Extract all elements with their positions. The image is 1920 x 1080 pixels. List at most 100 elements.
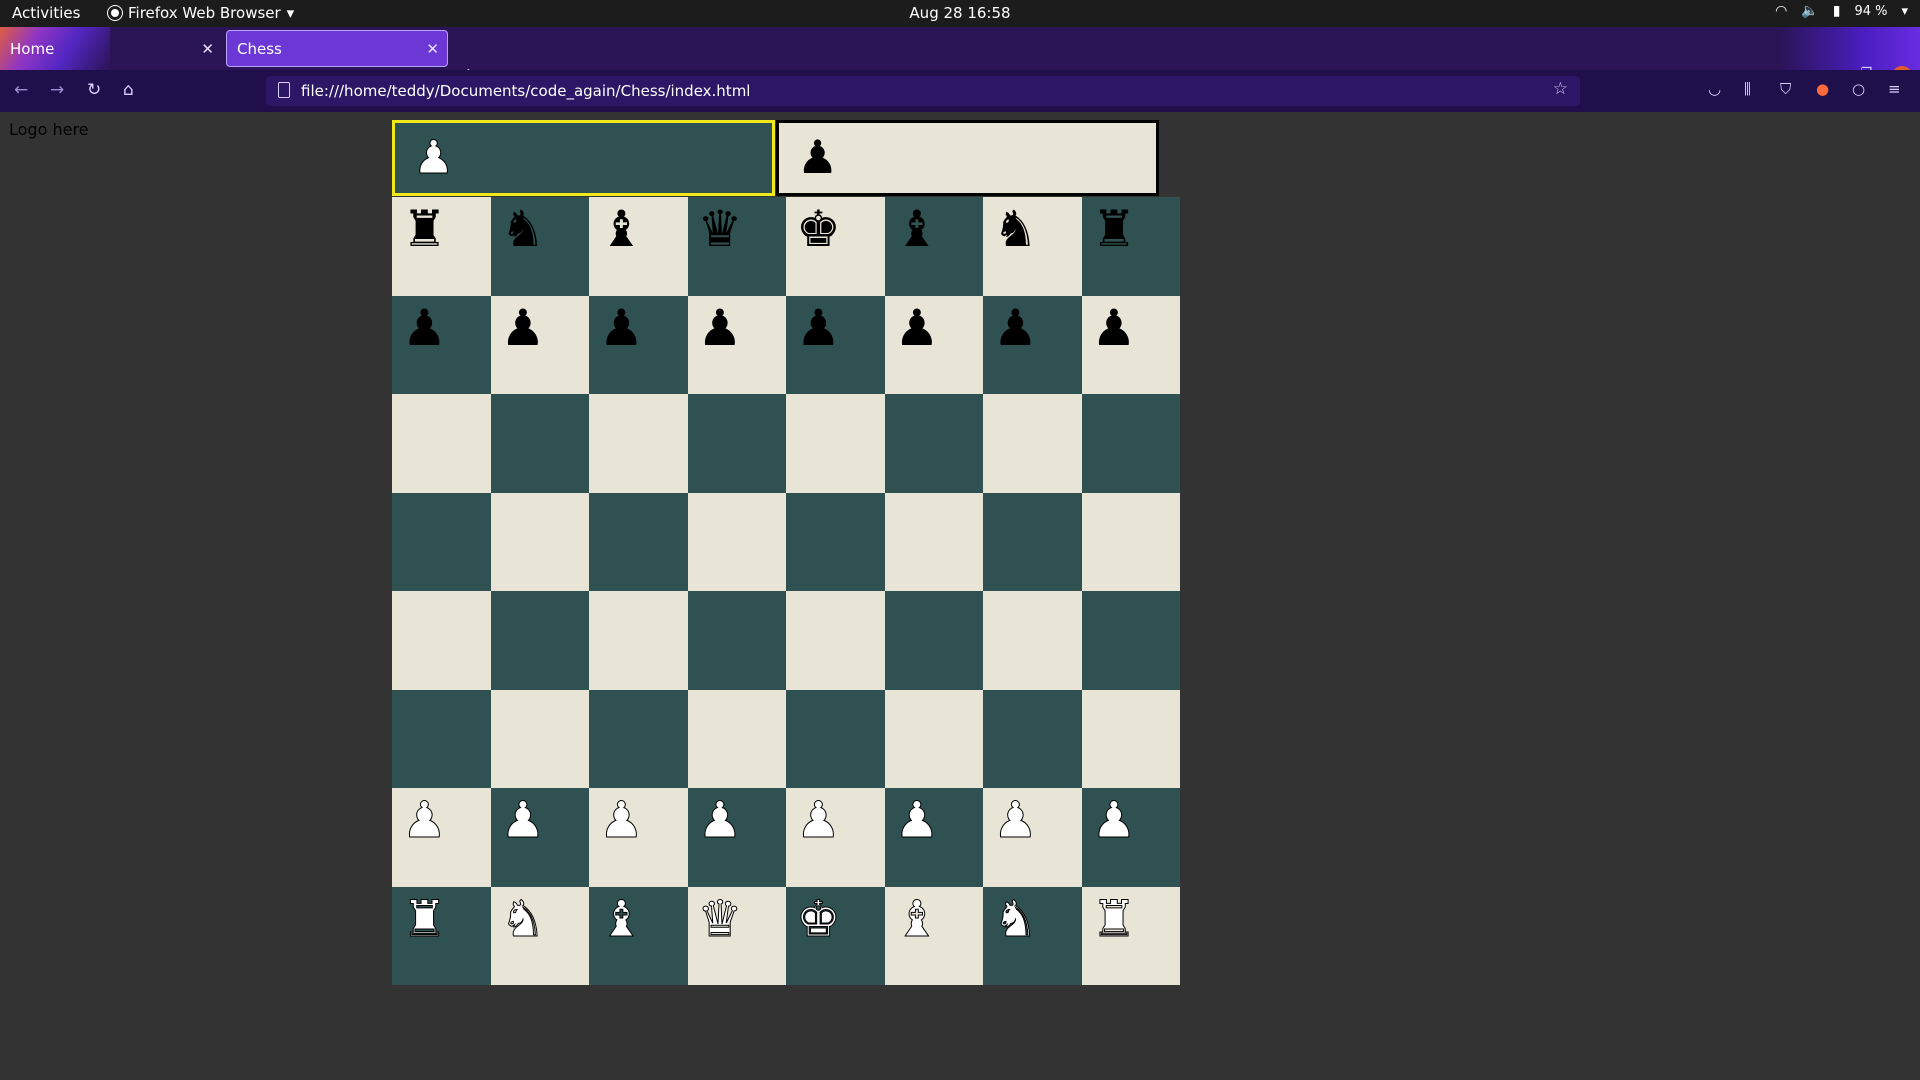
white-rook-icon[interactable]: ♜ bbox=[402, 890, 448, 947]
square-b8[interactable]: ♞ bbox=[490, 197, 589, 296]
square-a7[interactable]: ♟ bbox=[392, 295, 491, 394]
square-h5[interactable] bbox=[1081, 492, 1180, 591]
square-a8[interactable]: ♜ bbox=[392, 197, 491, 296]
white-pawn-icon[interactable]: ♟ bbox=[1091, 792, 1137, 849]
square-a6[interactable] bbox=[392, 394, 491, 493]
forward-arrow-icon[interactable]: → bbox=[50, 80, 64, 100]
black-queen-icon[interactable]: ♛ bbox=[698, 201, 743, 257]
square-c5[interactable] bbox=[589, 492, 688, 591]
square-e8[interactable]: ♚ bbox=[786, 197, 885, 296]
close-icon[interactable]: ✕ bbox=[426, 40, 439, 58]
square-a1[interactable]: ♜ bbox=[392, 886, 491, 985]
square-b1[interactable]: ♞ bbox=[490, 886, 589, 985]
square-f5[interactable] bbox=[884, 492, 983, 591]
square-g4[interactable] bbox=[983, 591, 1082, 690]
url-text[interactable]: file:///home/teddy/Documents/code_again/… bbox=[301, 82, 750, 100]
square-g6[interactable] bbox=[983, 394, 1082, 493]
square-g3[interactable] bbox=[983, 689, 1082, 788]
square-d8[interactable]: ♛ bbox=[687, 197, 786, 296]
square-g2[interactable]: ♟ bbox=[983, 788, 1082, 887]
square-e6[interactable] bbox=[786, 394, 885, 493]
square-h2[interactable]: ♟ bbox=[1081, 788, 1180, 887]
square-f1[interactable]: ♝ bbox=[884, 886, 983, 985]
square-b7[interactable]: ♟ bbox=[490, 295, 589, 394]
tab-chess[interactable]: Chess ✕ bbox=[226, 30, 448, 67]
square-d3[interactable] bbox=[687, 689, 786, 788]
square-b3[interactable] bbox=[490, 689, 589, 788]
square-e3[interactable] bbox=[786, 689, 885, 788]
square-f7[interactable]: ♟ bbox=[884, 295, 983, 394]
square-f2[interactable]: ♟ bbox=[884, 788, 983, 887]
square-d4[interactable] bbox=[687, 591, 786, 690]
black-rook-icon[interactable]: ♜ bbox=[402, 201, 447, 257]
square-a4[interactable] bbox=[392, 591, 491, 690]
black-rook-icon[interactable]: ♜ bbox=[1092, 201, 1137, 257]
square-a3[interactable] bbox=[392, 689, 491, 788]
white-rook-icon[interactable]: ♜ bbox=[1091, 890, 1137, 947]
square-d7[interactable]: ♟ bbox=[687, 295, 786, 394]
reload-icon[interactable]: ↻ bbox=[87, 80, 101, 100]
black-pawn-icon[interactable]: ♟ bbox=[796, 300, 841, 356]
white-pawn-icon[interactable]: ♟ bbox=[796, 792, 842, 849]
square-h4[interactable] bbox=[1081, 591, 1180, 690]
square-h7[interactable]: ♟ bbox=[1081, 295, 1180, 394]
bookmark-star-icon[interactable]: ☆ bbox=[1553, 79, 1568, 99]
white-knight-icon[interactable]: ♞ bbox=[500, 890, 546, 947]
square-g5[interactable] bbox=[983, 492, 1082, 591]
close-icon[interactable]: ✕ bbox=[201, 40, 214, 58]
black-pawn-icon[interactable]: ♟ bbox=[895, 300, 940, 356]
black-knight-icon[interactable]: ♞ bbox=[501, 201, 546, 257]
black-bishop-icon[interactable]: ♝ bbox=[599, 201, 644, 257]
square-c6[interactable] bbox=[589, 394, 688, 493]
square-h3[interactable] bbox=[1081, 689, 1180, 788]
square-c2[interactable]: ♟ bbox=[589, 788, 688, 887]
square-g8[interactable]: ♞ bbox=[983, 197, 1082, 296]
white-pawn-icon[interactable]: ♟ bbox=[894, 792, 940, 849]
activities-button[interactable]: Activities bbox=[12, 4, 80, 22]
square-d1[interactable]: ♛ bbox=[687, 886, 786, 985]
black-pawn-icon[interactable]: ♟ bbox=[1092, 300, 1137, 356]
black-pawn-icon[interactable]: ♟ bbox=[501, 300, 546, 356]
white-bishop-icon[interactable]: ♝ bbox=[894, 890, 940, 947]
square-h1[interactable]: ♜ bbox=[1081, 886, 1180, 985]
square-b5[interactable] bbox=[490, 492, 589, 591]
black-bishop-icon[interactable]: ♝ bbox=[895, 201, 940, 257]
library-icon[interactable]: ⫼ bbox=[1744, 80, 1751, 98]
black-king-icon[interactable]: ♚ bbox=[796, 201, 841, 257]
square-d5[interactable] bbox=[687, 492, 786, 591]
address-bar[interactable]: file:///home/teddy/Documents/code_again/… bbox=[266, 76, 1580, 106]
white-queen-icon[interactable]: ♛ bbox=[697, 890, 743, 947]
square-e2[interactable]: ♟ bbox=[786, 788, 885, 887]
black-pawn-icon[interactable]: ♟ bbox=[698, 300, 743, 356]
menu-icon[interactable]: ≡ bbox=[1888, 80, 1901, 98]
app-menu[interactable]: Firefox Web Browser ▾ bbox=[108, 4, 294, 22]
square-c8[interactable]: ♝ bbox=[589, 197, 688, 296]
square-c1[interactable]: ♝ bbox=[589, 886, 688, 985]
square-e1[interactable]: ♚ bbox=[786, 886, 885, 985]
extension-icon[interactable]: ● bbox=[1816, 80, 1829, 98]
square-g1[interactable]: ♞ bbox=[983, 886, 1082, 985]
square-e7[interactable]: ♟ bbox=[786, 295, 885, 394]
black-knight-icon[interactable]: ♞ bbox=[993, 201, 1038, 257]
square-d6[interactable] bbox=[687, 394, 786, 493]
back-arrow-icon[interactable]: ← bbox=[14, 80, 28, 100]
system-tray[interactable]: ◠ 🔈 ▮ 94 % ▾ bbox=[1775, 3, 1908, 19]
white-knight-icon[interactable]: ♞ bbox=[993, 890, 1039, 947]
white-pawn-icon[interactable]: ♟ bbox=[697, 792, 743, 849]
black-pawn-icon[interactable]: ♟ bbox=[599, 300, 644, 356]
square-c7[interactable]: ♟ bbox=[589, 295, 688, 394]
square-g7[interactable]: ♟ bbox=[983, 295, 1082, 394]
black-pawn-icon[interactable]: ♟ bbox=[402, 300, 447, 356]
white-pawn-icon[interactable]: ♟ bbox=[500, 792, 546, 849]
square-h6[interactable] bbox=[1081, 394, 1180, 493]
white-pawn-icon[interactable]: ♟ bbox=[599, 792, 645, 849]
square-f8[interactable]: ♝ bbox=[884, 197, 983, 296]
white-bishop-icon[interactable]: ♝ bbox=[599, 890, 645, 947]
square-a2[interactable]: ♟ bbox=[392, 788, 491, 887]
square-d2[interactable]: ♟ bbox=[687, 788, 786, 887]
square-b4[interactable] bbox=[490, 591, 589, 690]
white-king-icon[interactable]: ♚ bbox=[796, 890, 842, 947]
shield-icon[interactable]: ⛉ bbox=[1780, 80, 1791, 98]
black-pawn-icon[interactable]: ♟ bbox=[993, 300, 1038, 356]
square-e4[interactable] bbox=[786, 591, 885, 690]
